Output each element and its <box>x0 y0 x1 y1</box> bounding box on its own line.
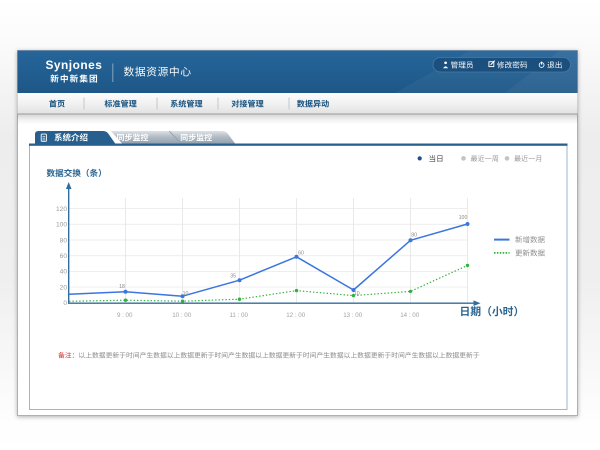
svg-text:10: 10 <box>354 291 360 297</box>
svg-text:100: 100 <box>56 222 67 229</box>
svg-text:11 : 00: 11 : 00 <box>229 312 248 319</box>
svg-text:12 : 00: 12 : 00 <box>286 312 305 319</box>
svg-text:9 : 00: 9 : 00 <box>117 312 133 319</box>
svg-text:10 : 00: 10 : 00 <box>172 312 191 319</box>
svg-text:Synjones: Synjones <box>46 58 103 72</box>
svg-text:0: 0 <box>63 300 67 307</box>
svg-text:35: 35 <box>230 273 236 279</box>
svg-text:60: 60 <box>60 253 68 260</box>
svg-text:14 : 00: 14 : 00 <box>400 312 419 319</box>
svg-text:13 : 00: 13 : 00 <box>343 312 362 319</box>
svg-text:40: 40 <box>60 269 68 276</box>
svg-text:120: 120 <box>56 206 67 213</box>
svg-text:100: 100 <box>459 215 468 221</box>
svg-text:20: 20 <box>60 284 68 291</box>
svg-text:60: 60 <box>298 250 304 256</box>
svg-text:80: 80 <box>411 232 417 238</box>
svg-text:18: 18 <box>119 284 125 290</box>
svg-text:80: 80 <box>60 237 68 244</box>
svg-text:10: 10 <box>183 291 189 297</box>
